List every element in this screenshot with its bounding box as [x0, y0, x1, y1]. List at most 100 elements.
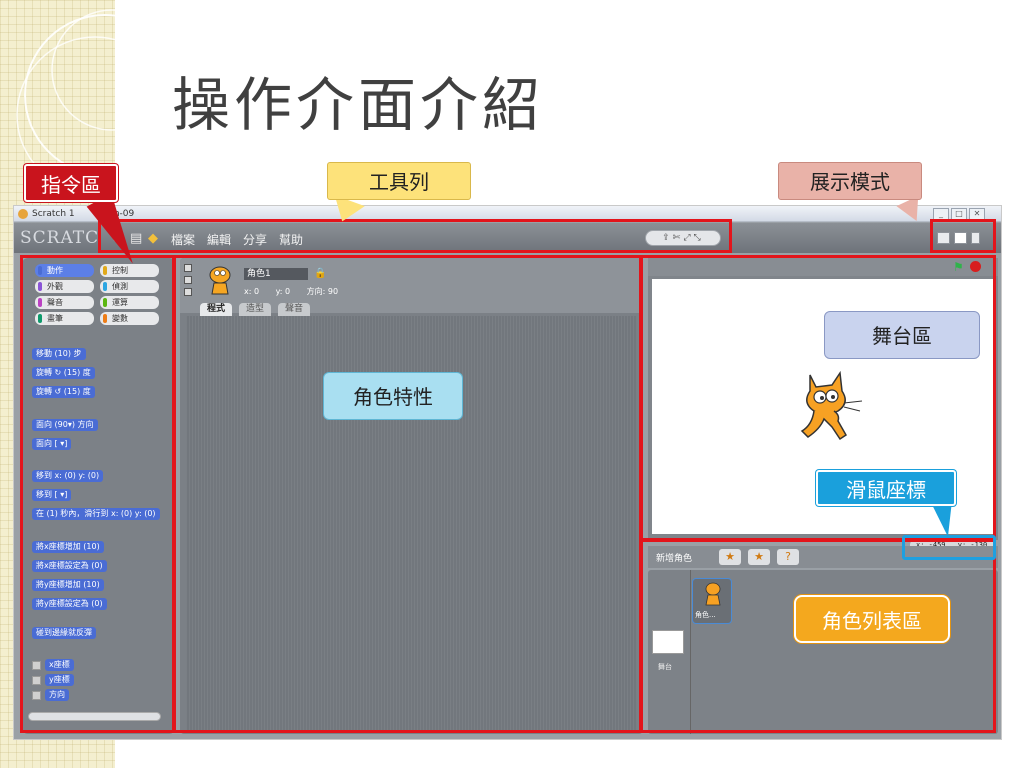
category-motion[interactable]: 動作 — [35, 264, 94, 277]
category-looks[interactable]: 外觀 — [35, 280, 94, 293]
minimize-icon[interactable]: _ — [933, 208, 949, 220]
callout-sprite-list: 角色列表區 — [794, 595, 950, 643]
category-label: 動作 — [47, 266, 63, 275]
category-label: 運算 — [112, 298, 128, 307]
category-color-bar — [103, 298, 107, 307]
stage-controls-bar: ⚑ — [648, 258, 998, 276]
category-label: 變數 — [112, 314, 128, 323]
scratch-logo: SCRATC — [20, 228, 100, 248]
choose-sprite-file-icon[interactable]: ★ — [748, 549, 770, 565]
block-turn-left[interactable]: 旋轉 ↺ (15) 度 — [32, 386, 95, 398]
stage-thumbnail-label: 舞台 — [658, 663, 672, 671]
close-icon[interactable]: ✕ — [969, 208, 985, 220]
block-move-steps[interactable]: 移動 (10) 步 — [32, 348, 86, 360]
callout-command-area: 指令區 — [24, 164, 118, 202]
window-titlebar: Scratch 1 0-Jun-09 _ □ ✕ — [14, 206, 1001, 222]
menu-edit[interactable]: 編輯 — [207, 231, 231, 248]
mouse-coords-highlight — [902, 535, 996, 560]
block-go-to-xy[interactable]: 移到 x: (0) y: (0) — [32, 470, 104, 482]
rotation-style-icon[interactable] — [184, 264, 192, 272]
checkbox-x-position[interactable] — [32, 661, 41, 670]
category-color-bar — [103, 314, 107, 323]
reporter-direction[interactable]: 方向 — [45, 689, 69, 701]
stop-icon[interactable] — [970, 261, 981, 272]
menu-file[interactable]: 檔案 — [171, 231, 195, 248]
block-go-to[interactable]: 移到 [ ▾] — [32, 489, 72, 501]
lock-icon[interactable]: 🔒 — [314, 268, 326, 279]
category-label: 畫筆 — [47, 314, 63, 323]
category-sound[interactable]: 聲音 — [35, 296, 94, 309]
category-sensing[interactable]: 偵測 — [100, 280, 159, 293]
category-variables[interactable]: 變數 — [100, 312, 159, 325]
presentation-mode-icon[interactable] — [971, 232, 980, 244]
checkbox-direction[interactable] — [32, 691, 41, 700]
palette-scrollbar[interactable] — [28, 712, 161, 721]
category-operators[interactable]: 運算 — [100, 296, 159, 309]
scratch-cat-sprite[interactable] — [788, 365, 868, 445]
slide-title: 操作介面介紹 — [172, 71, 545, 139]
block-change-x[interactable]: 將x座標增加 (10) — [32, 541, 104, 553]
sprite-name-field[interactable]: 角色1 — [244, 268, 308, 280]
block-set-y[interactable]: 將y座標設定為 (0) — [32, 598, 107, 610]
sprite-thumbnail-icon — [209, 266, 231, 295]
paint-new-sprite-icon[interactable]: ★ — [719, 549, 741, 565]
category-label: 外觀 — [47, 282, 63, 291]
sprite-y: y: 0 — [275, 287, 291, 296]
sprite-direction: 方向: 90 — [306, 287, 339, 296]
share-icon[interactable]: ◆ — [148, 231, 158, 246]
block-turn-right[interactable]: 旋轉 ↻ (15) 度 — [32, 367, 95, 379]
category-color-bar — [38, 298, 42, 307]
new-sprite-label: 新增角色 — [656, 554, 693, 564]
tab-sounds[interactable]: 聲音 — [278, 303, 311, 316]
reporter-x-position[interactable]: x座標 — [45, 659, 74, 671]
checkbox-y-position[interactable] — [32, 676, 41, 685]
block-set-x[interactable]: 將x座標設定為 (0) — [32, 560, 107, 572]
callout-mouse-coords: 滑鼠座標 — [816, 470, 956, 506]
block-glide[interactable]: 在 (1) 秒內，滑行到 x: (0) y: (0) — [32, 508, 160, 520]
sprite-tools-group[interactable]: ⇪✄⤢⤡ — [645, 230, 721, 246]
tab-scripts[interactable]: 程式 — [200, 303, 233, 316]
reporter-y-position[interactable]: y座標 — [45, 674, 74, 686]
scratch-app-icon — [18, 209, 28, 219]
category-color-bar — [38, 282, 42, 291]
flip-style-icon[interactable] — [184, 276, 192, 284]
normal-stage-mode-icon[interactable] — [954, 232, 967, 244]
stage-thumbnail[interactable] — [652, 630, 684, 654]
category-color-bar — [103, 266, 107, 275]
tab-costumes[interactable]: 造型 — [239, 303, 272, 316]
block-point-towards[interactable]: 面向 [ ▾] — [32, 438, 72, 450]
sprite-thumbnail-icon — [705, 582, 721, 606]
sprite-x: x: 0 — [244, 287, 260, 296]
callout-display-mode: 展示模式 — [778, 162, 922, 200]
maximize-icon[interactable]: □ — [951, 208, 967, 220]
slide: 操作介面介紹 Scratch 1 0-Jun-09 _ □ ✕ SCRATC ⊕… — [0, 0, 1024, 768]
menu-share[interactable]: 分享 — [243, 231, 267, 248]
sprite-info-panel: 角色1 🔒 x: 0 y: 0 方向: 90 程式 造型 聲音 — [180, 258, 643, 316]
green-flag-icon[interactable]: ⚑ — [953, 260, 964, 274]
blocks-palette: 動作 控制 外觀 偵測 聲音 運算 畫筆 變數 移動 (10) 步 旋轉 ↻ (… — [22, 258, 175, 734]
callout-sprite-props: 角色特性 — [323, 372, 463, 420]
callout-stage-area: 舞台區 — [824, 311, 980, 359]
random-sprite-icon[interactable]: ? — [777, 549, 799, 565]
category-control[interactable]: 控制 — [100, 264, 159, 277]
category-color-bar — [38, 314, 42, 323]
category-color-bar — [38, 266, 42, 275]
window-title: Scratch 1 — [32, 209, 75, 219]
sprite-position: x: 0 y: 0 方向: 90 — [244, 286, 338, 297]
sprite-list-label: 角色... — [695, 611, 716, 619]
script-area: 角色1 🔒 x: 0 y: 0 方向: 90 程式 造型 聲音 — [180, 258, 643, 734]
block-change-y[interactable]: 將y座標增加 (10) — [32, 579, 104, 591]
sprite-list-divider — [690, 570, 691, 734]
small-stage-mode-icon[interactable] — [937, 232, 950, 244]
menu-help[interactable]: 幫助 — [279, 231, 303, 248]
category-label: 聲音 — [47, 298, 63, 307]
motion-blocks-list: 移動 (10) 步 旋轉 ↻ (15) 度 旋轉 ↺ (15) 度 面向 (90… — [32, 348, 175, 728]
category-pen[interactable]: 畫筆 — [35, 312, 94, 325]
no-rotate-icon[interactable] — [184, 288, 192, 296]
sprite-list-item[interactable]: 角色... — [692, 578, 732, 624]
block-point-direction[interactable]: 面向 (90▾) 方向 — [32, 419, 98, 431]
block-bounce[interactable]: 碰到邊緣就反彈 — [32, 627, 96, 639]
category-color-bar — [103, 282, 107, 291]
category-label: 偵測 — [112, 282, 128, 291]
menubar: SCRATC ⊕ ▤ ◆ 檔案 編輯 分享 幫助 ⇪✄⤢⤡ — [14, 223, 1001, 253]
